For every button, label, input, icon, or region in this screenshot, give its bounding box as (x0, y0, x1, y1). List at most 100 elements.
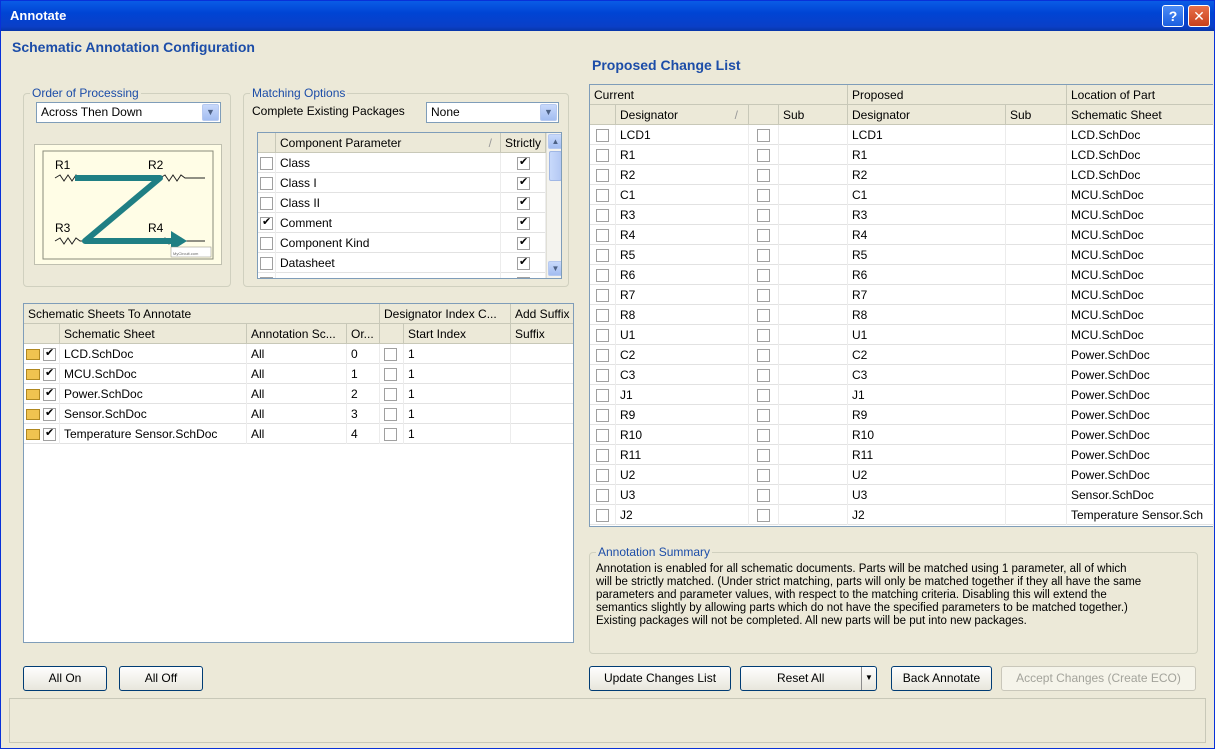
current-lock-checkbox[interactable] (596, 189, 609, 203)
parameter-row[interactable]: Component Kind (258, 233, 546, 253)
current-sub-checkbox[interactable] (757, 189, 770, 203)
change-row[interactable]: R6 R6 MCU.SchDoc (590, 265, 1213, 285)
start-index-checkbox[interactable] (384, 428, 397, 442)
accept-changes-button[interactable]: Accept Changes (Create ECO) (1001, 666, 1196, 691)
current-sub-checkbox[interactable] (757, 309, 770, 323)
suffix-cell[interactable] (511, 384, 573, 404)
change-row[interactable]: R2 R2 LCD.SchDoc (590, 165, 1213, 185)
col-order[interactable]: Or... (347, 324, 380, 344)
close-button[interactable]: ✕ (1188, 5, 1210, 27)
change-row[interactable]: C3 C3 Power.SchDoc (590, 365, 1213, 385)
change-row[interactable]: R5 R5 MCU.SchDoc (590, 245, 1213, 265)
change-row[interactable]: R10 R10 Power.SchDoc (590, 425, 1213, 445)
reset-dropdown-chevron-icon[interactable]: ▼ (861, 667, 876, 690)
current-lock-checkbox[interactable] (596, 289, 609, 303)
back-annotate-button[interactable]: Back Annotate (891, 666, 992, 691)
col-schematic-sheet-location[interactable]: Schematic Sheet (1067, 105, 1213, 125)
col-proposed-sub[interactable]: Sub (1006, 105, 1067, 125)
col-schematic-sheet[interactable]: Schematic Sheet (60, 324, 247, 344)
current-sub-checkbox[interactable] (757, 169, 770, 183)
current-lock-checkbox[interactable] (596, 389, 609, 403)
change-row[interactable]: R11 R11 Power.SchDoc (590, 445, 1213, 465)
change-row[interactable]: R3 R3 MCU.SchDoc (590, 205, 1213, 225)
sheet-row[interactable]: Sensor.SchDoc All 3 1 (24, 404, 573, 424)
col-current-designator[interactable]: Designator / (616, 105, 749, 125)
start-index-checkbox[interactable] (384, 408, 397, 422)
current-lock-checkbox[interactable] (596, 309, 609, 323)
param-scrollbar[interactable]: ▲ ▼ (546, 133, 561, 278)
strictly-checkbox[interactable] (517, 155, 530, 171)
change-row[interactable]: R9 R9 Power.SchDoc (590, 405, 1213, 425)
suffix-cell[interactable] (511, 364, 573, 384)
col-strictly[interactable]: Strictly (501, 133, 546, 153)
col-annotation-scope[interactable]: Annotation Sc... (247, 324, 347, 344)
current-lock-checkbox[interactable] (596, 129, 609, 143)
parameter-row[interactable]: Datasheet (258, 253, 546, 273)
sheet-enabled-checkbox[interactable] (43, 366, 56, 382)
current-sub-checkbox[interactable] (757, 349, 770, 363)
col-proposed-designator[interactable]: Designator (848, 105, 1006, 125)
current-lock-checkbox[interactable] (596, 169, 609, 183)
sheet-enabled-checkbox[interactable] (43, 386, 56, 402)
strictly-checkbox[interactable] (517, 275, 530, 278)
update-changes-list-button[interactable]: Update Changes List (589, 666, 731, 691)
parameter-checkbox[interactable] (260, 237, 273, 251)
strictly-checkbox[interactable] (517, 215, 530, 231)
parameter-checkbox[interactable] (260, 215, 273, 231)
change-row[interactable]: J2 J2 Temperature Sensor.Sch (590, 505, 1213, 525)
current-sub-checkbox[interactable] (757, 249, 770, 263)
current-sub-checkbox[interactable] (757, 329, 770, 343)
current-sub-checkbox[interactable] (757, 289, 770, 303)
current-sub-checkbox[interactable] (757, 469, 770, 483)
complete-packages-select[interactable]: None ▼ (426, 102, 559, 123)
strictly-checkbox[interactable] (517, 175, 530, 191)
current-lock-checkbox[interactable] (596, 149, 609, 163)
change-row[interactable]: U2 U2 Power.SchDoc (590, 465, 1213, 485)
parameter-row[interactable]: Class II (258, 193, 546, 213)
current-lock-checkbox[interactable] (596, 429, 609, 443)
parameter-checkbox[interactable] (260, 277, 273, 278)
parameter-checkbox[interactable] (260, 157, 273, 171)
sheet-row[interactable]: Temperature Sensor.SchDoc All 4 1 (24, 424, 573, 444)
sheet-enabled-checkbox[interactable] (43, 346, 56, 362)
change-row[interactable]: U1 U1 MCU.SchDoc (590, 325, 1213, 345)
reset-all-button[interactable]: Reset All ▼ (740, 666, 877, 691)
order-select[interactable]: Across Then Down ▼ (36, 102, 221, 123)
current-sub-checkbox[interactable] (757, 269, 770, 283)
scroll-down-icon[interactable]: ▼ (548, 261, 561, 276)
parameter-checkbox[interactable] (260, 177, 273, 191)
suffix-cell[interactable] (511, 404, 573, 424)
sheet-row[interactable]: LCD.SchDoc All 0 1 (24, 344, 573, 364)
current-lock-checkbox[interactable] (596, 209, 609, 223)
current-lock-checkbox[interactable] (596, 269, 609, 283)
parameter-row[interactable]: Comment (258, 213, 546, 233)
current-lock-checkbox[interactable] (596, 449, 609, 463)
change-row[interactable]: R7 R7 MCU.SchDoc (590, 285, 1213, 305)
current-sub-checkbox[interactable] (757, 509, 770, 523)
parameter-row[interactable]: Class (258, 153, 546, 173)
current-sub-checkbox[interactable] (757, 129, 770, 143)
strictly-checkbox[interactable] (517, 195, 530, 211)
all-on-button[interactable]: All On (23, 666, 107, 691)
current-lock-checkbox[interactable] (596, 409, 609, 423)
current-lock-checkbox[interactable] (596, 329, 609, 343)
current-sub-checkbox[interactable] (757, 389, 770, 403)
sheet-row[interactable]: Power.SchDoc All 2 1 (24, 384, 573, 404)
current-sub-checkbox[interactable] (757, 489, 770, 503)
scroll-thumb[interactable] (549, 151, 561, 181)
start-index-checkbox[interactable] (384, 368, 397, 382)
current-sub-checkbox[interactable] (757, 209, 770, 223)
current-sub-checkbox[interactable] (757, 229, 770, 243)
col-current-sub[interactable]: Sub (779, 105, 848, 125)
current-sub-checkbox[interactable] (757, 409, 770, 423)
col-component-parameter[interactable]: Component Parameter / (276, 133, 501, 153)
current-sub-checkbox[interactable] (757, 149, 770, 163)
current-lock-checkbox[interactable] (596, 489, 609, 503)
current-lock-checkbox[interactable] (596, 469, 609, 483)
strictly-checkbox[interactable] (517, 255, 530, 271)
change-row[interactable]: U3 U3 Sensor.SchDoc (590, 485, 1213, 505)
suffix-cell[interactable] (511, 424, 573, 444)
all-off-button[interactable]: All Off (119, 666, 203, 691)
parameter-checkbox[interactable] (260, 257, 273, 271)
change-row[interactable]: C1 C1 MCU.SchDoc (590, 185, 1213, 205)
